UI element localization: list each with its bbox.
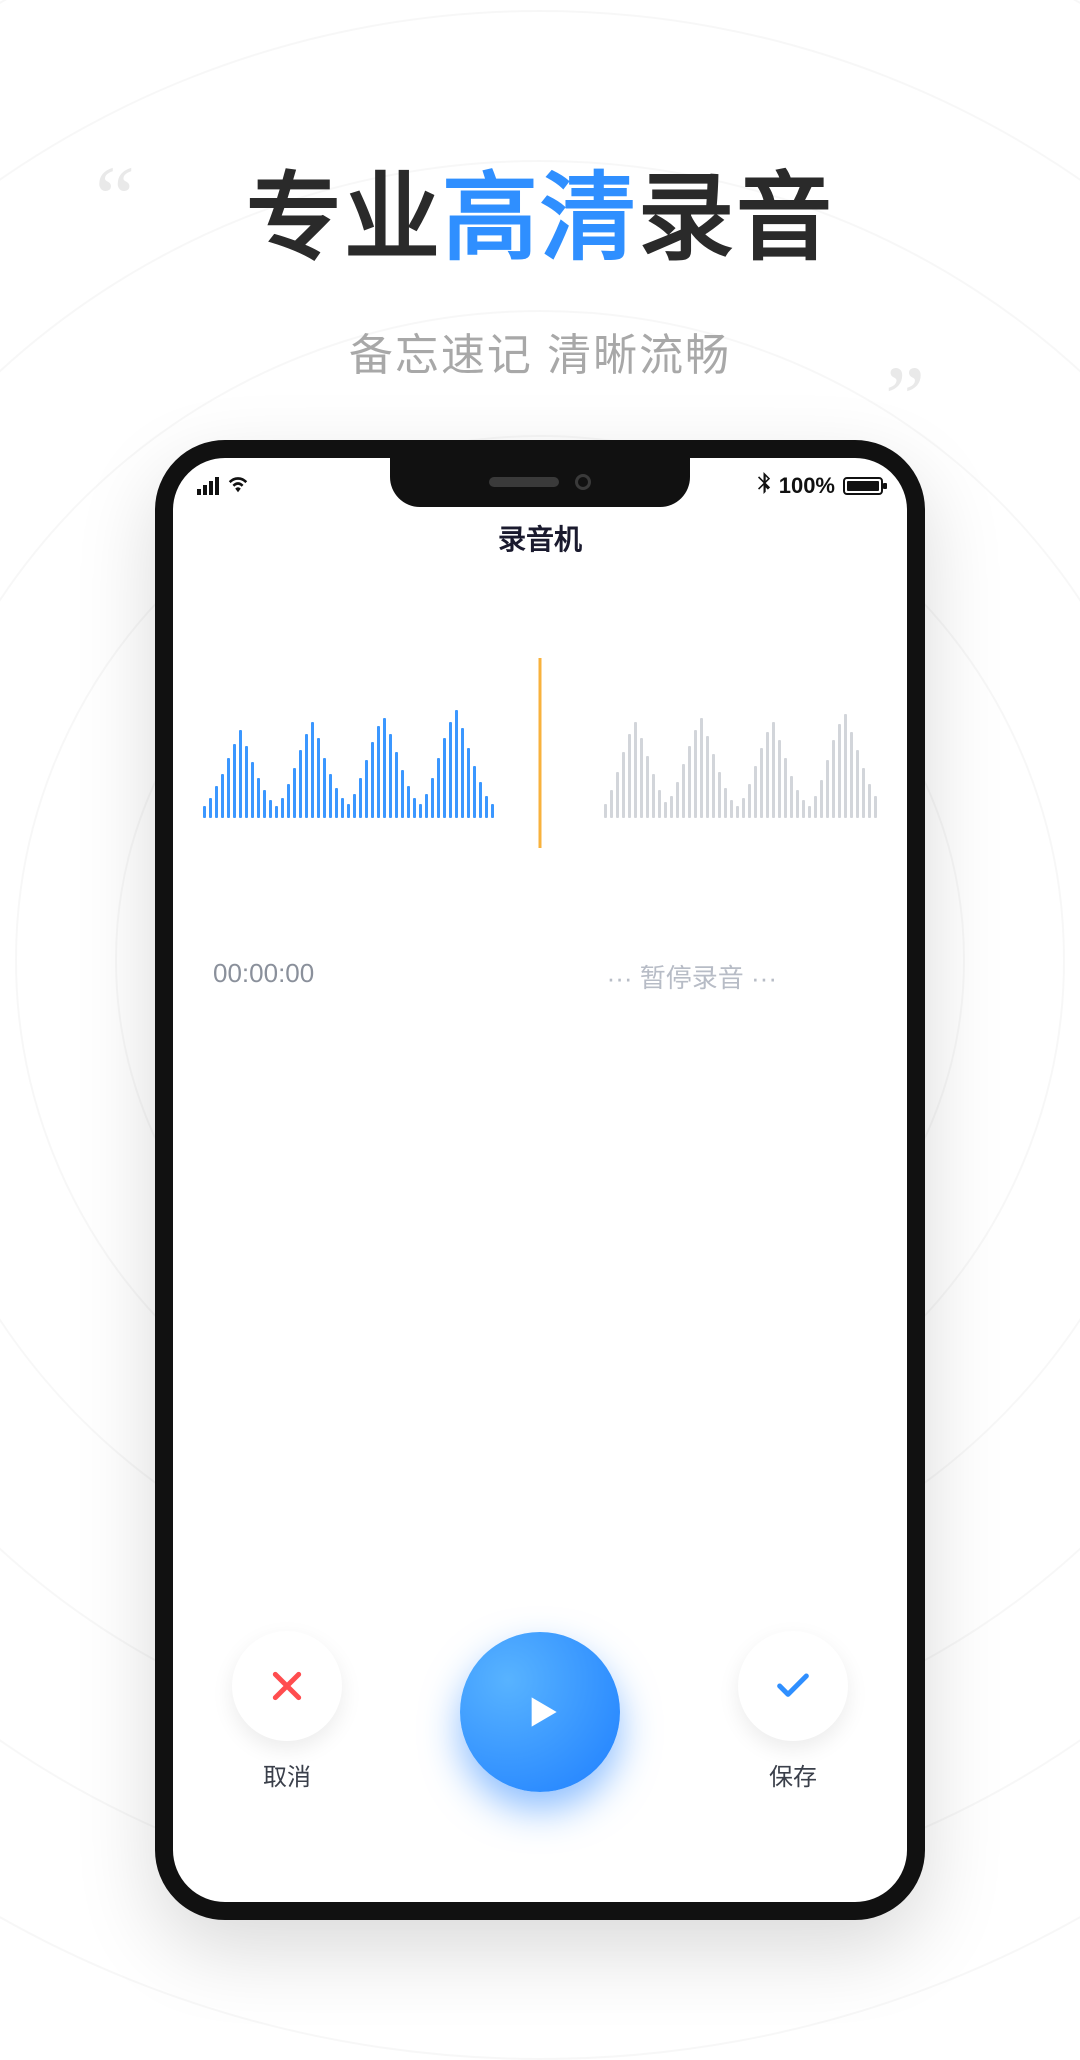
save-button[interactable]: [738, 1631, 848, 1741]
waveform-area[interactable]: [173, 688, 907, 858]
play-icon: [515, 1687, 565, 1737]
open-quote-icon: “: [95, 185, 135, 212]
playhead-indicator: [539, 658, 542, 848]
close-quote-icon: ”: [885, 385, 925, 412]
phone-frame: 100% 录音机 00:00:00 ··· 暂停录音 ··· 取消: [155, 440, 925, 1920]
promo-header: “ 专业高清录音 备忘速记 清晰流畅 ”: [0, 140, 1080, 383]
app-title: 录音机: [173, 518, 907, 558]
save-label: 保存: [769, 1757, 817, 1792]
app-screen: 录音机 00:00:00 ··· 暂停录音 ··· 取消: [173, 458, 907, 1902]
promo-title-highlight: 高清: [442, 165, 638, 272]
play-button[interactable]: [460, 1632, 620, 1792]
cancel-label: 取消: [263, 1757, 311, 1792]
promo-title-pre: 专业: [246, 165, 442, 272]
close-icon: [267, 1666, 307, 1706]
promo-title-post: 录音: [638, 165, 834, 272]
waveform-recorded: [203, 710, 494, 818]
waveform-pending: [604, 714, 877, 818]
check-icon: [773, 1666, 813, 1706]
elapsed-time: 00:00:00: [213, 958, 314, 995]
recording-status: ··· 暂停录音 ···: [607, 958, 777, 995]
controls-row: 取消 保存: [173, 1631, 907, 1792]
promo-title: 专业高清录音: [0, 140, 1080, 279]
cancel-button[interactable]: [232, 1631, 342, 1741]
